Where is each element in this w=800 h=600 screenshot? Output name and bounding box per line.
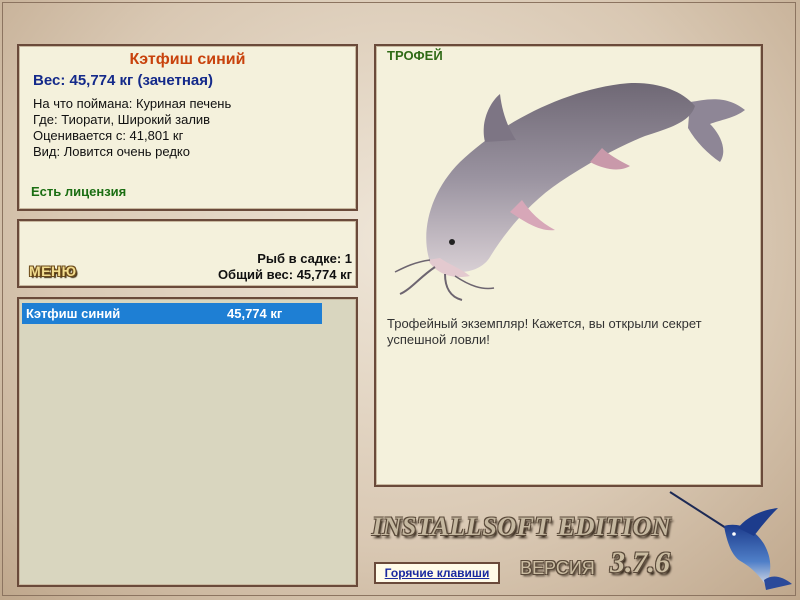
catch-list-panel: Кэтфиш синий 45,774 кг: [17, 297, 358, 587]
hotkeys-button[interactable]: Горячие клавиши: [374, 562, 500, 584]
fish-weight: Вес: 45,774 кг (зачетная): [33, 72, 214, 89]
menu-panel: МЕНЮ Рыб в садке: 1 Общий вес: 45,774 кг: [17, 219, 358, 288]
location-info: Где: Тиорати, Широкий залив: [33, 112, 211, 127]
menu-button[interactable]: МЕНЮ: [29, 263, 77, 279]
species-info: Вид: Ловится очень редко: [33, 144, 190, 159]
license-status: Есть лицензия: [31, 184, 127, 199]
keepnet-stats: Рыб в садке: 1 Общий вес: 45,774 кг: [218, 251, 352, 283]
list-item-weight: 45,774 кг: [227, 306, 283, 321]
fish-name: Кэтфиш синий: [129, 51, 246, 68]
total-weight: Общий вес: 45,774 кг: [217, 267, 352, 282]
catfish-image: [394, 82, 745, 301]
trophy-panel: ТРОФЕЙ Трофейный экземпляр! Кажется, вы …: [374, 44, 763, 487]
trophy-description: Трофейный экземпляр! Кажется, вы открыли…: [387, 316, 702, 347]
edition-logo-text: INSTALLSOFT EDITION: [372, 512, 672, 541]
trophy-title: ТРОФЕЙ: [387, 48, 443, 63]
valued-from-info: Оценивается с: 41,801 кг: [33, 128, 184, 143]
version-label: ВЕРСИЯ: [520, 558, 595, 578]
bait-info: На что поймана: Куриная печень: [33, 96, 232, 111]
list-item[interactable]: Кэтфиш синий 45,774 кг: [22, 303, 322, 324]
list-item-name: Кэтфиш синий: [26, 306, 121, 321]
fish-info-panel: Кэтфиш синий Вес: 45,774 кг (зачетная) Н…: [17, 44, 358, 211]
version-number: 3.7.6: [610, 546, 670, 579]
fish-count: Рыб в садке: 1: [257, 251, 352, 266]
marlin-logo-icon: [669, 491, 792, 590]
